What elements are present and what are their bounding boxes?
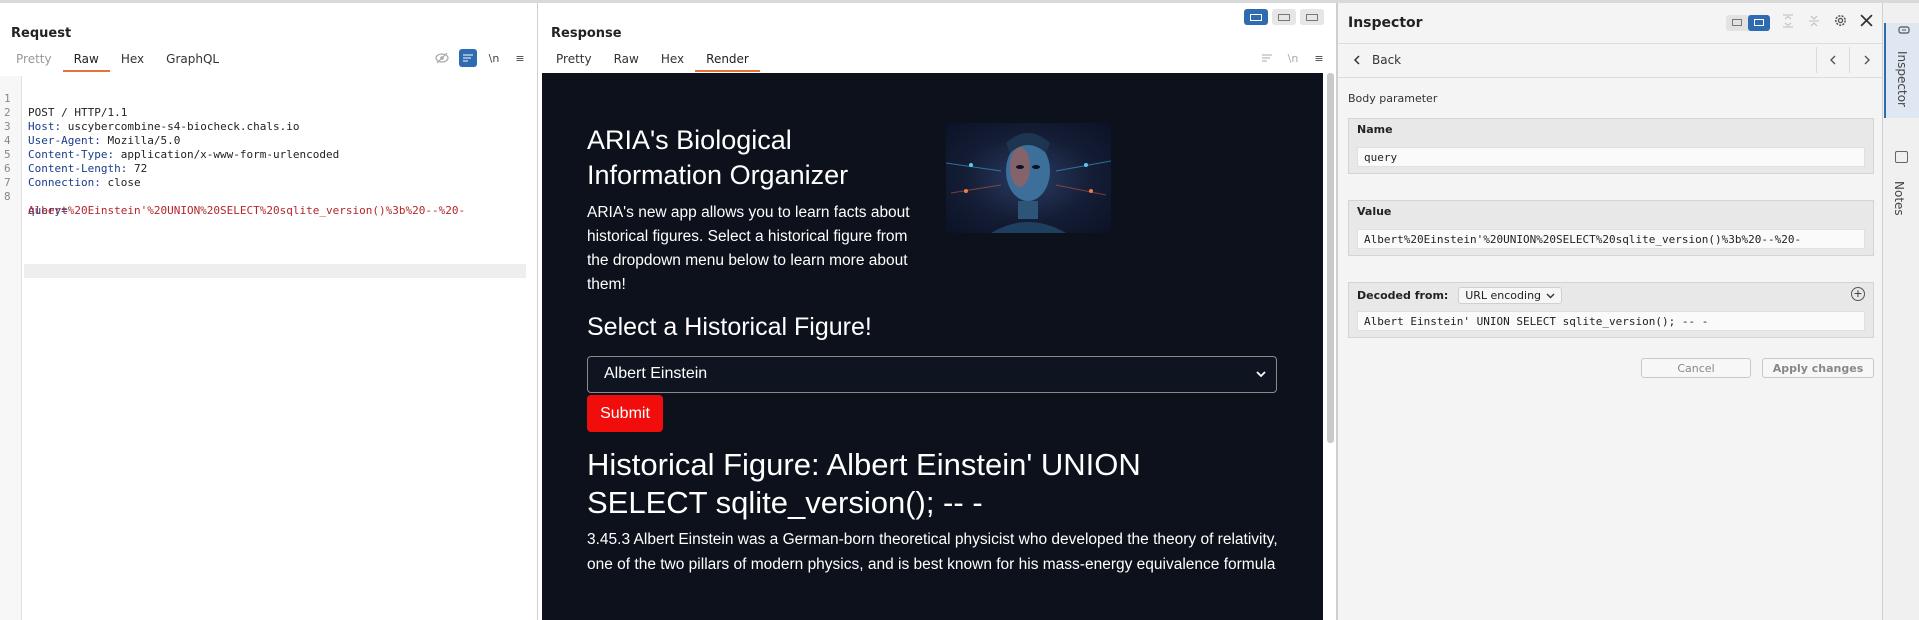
newline-toggle-button[interactable]: \n bbox=[485, 49, 503, 67]
select-heading: Select a Historical Figure! bbox=[587, 313, 872, 341]
decoded-field[interactable]: Albert Einstein' UNION SELECT sqlite_ver… bbox=[1357, 311, 1865, 331]
response-tab-render[interactable]: Render bbox=[695, 46, 760, 72]
decoded-section: Decoded from: URL encoding + Albert Eins… bbox=[1348, 282, 1874, 338]
collapse-all-icon[interactable] bbox=[1806, 14, 1822, 32]
word-wrap-icon[interactable] bbox=[459, 49, 477, 67]
inspector-icon bbox=[1898, 26, 1910, 34]
decoded-label: Decoded from: bbox=[1357, 289, 1449, 302]
code-line: 2 Host: uscybercombine-s4-biocheck.chals… bbox=[4, 106, 300, 133]
previous-arrow-icon[interactable] bbox=[1816, 47, 1849, 73]
inspector-toolbar bbox=[1726, 13, 1874, 32]
request-menu-icon[interactable]: ≡ bbox=[511, 49, 529, 67]
response-toolbar: \n ≡ bbox=[1258, 49, 1328, 67]
hide-nonprintable-icon[interactable] bbox=[433, 49, 451, 67]
divider bbox=[1338, 77, 1883, 78]
value-field[interactable]: Albert%20Einstein'%20UNION%20SELECT%20sq… bbox=[1357, 229, 1865, 249]
chevron-down-icon bbox=[1256, 371, 1266, 378]
back-button[interactable]: Back bbox=[1352, 53, 1401, 67]
notes-strip-label[interactable]: Notes bbox=[1892, 181, 1906, 216]
cancel-button[interactable]: Cancel bbox=[1641, 358, 1751, 378]
encoding-select[interactable]: URL encoding bbox=[1458, 287, 1563, 304]
code-line: 5 Content-Length: 72 bbox=[4, 148, 148, 175]
select-value: Albert Einstein bbox=[604, 365, 708, 382]
historical-figure-select[interactable]: Albert Einstein bbox=[587, 356, 1277, 393]
figure-description: 3.45.3 Albert Einstein was a German-born… bbox=[587, 531, 1278, 573]
request-tabs: Pretty Raw Hex GraphQL bbox=[5, 46, 230, 72]
render-scrollbar[interactable] bbox=[1327, 73, 1334, 443]
response-tabs: Pretty Raw Hex Render bbox=[545, 46, 760, 72]
code-line: Albert%20Einstein'%20UNION%20SELECT%20sq… bbox=[28, 204, 466, 217]
request-pane: Request Pretty Raw Hex GraphQL \n ≡ 1 PO… bbox=[0, 3, 538, 620]
name-field[interactable]: query bbox=[1357, 147, 1865, 167]
word-wrap-icon[interactable] bbox=[1258, 49, 1276, 67]
chevron-down-icon bbox=[1546, 293, 1555, 298]
response-tab-hex[interactable]: Hex bbox=[650, 46, 695, 72]
value-label: Value bbox=[1357, 205, 1392, 218]
close-icon[interactable] bbox=[1858, 14, 1874, 31]
request-title: Request bbox=[11, 26, 72, 41]
code-line: 1 POST / HTTP/1.1 bbox=[4, 92, 128, 119]
add-decoding-icon[interactable]: + bbox=[1851, 287, 1865, 301]
request-tab-raw[interactable]: Raw bbox=[62, 46, 110, 72]
current-line-highlight bbox=[24, 264, 526, 278]
inspector-layout-list-button[interactable] bbox=[1726, 15, 1748, 31]
response-title: Response bbox=[551, 26, 622, 41]
side-panel-strip: Inspector Notes bbox=[1882, 3, 1919, 620]
inspector-panel: Inspector Back Body parameter Name query… bbox=[1337, 3, 1883, 620]
request-tab-graphql[interactable]: GraphQL bbox=[155, 46, 230, 72]
response-tab-pretty[interactable]: Pretty bbox=[545, 46, 603, 72]
back-label: Back bbox=[1372, 53, 1402, 67]
code-line: 8 query= bbox=[4, 190, 68, 217]
inspector-strip-tab[interactable]: Inspector bbox=[1884, 23, 1919, 118]
site-title: ARIA's Biological Information Organizer bbox=[587, 125, 849, 190]
code-line: 3 User-Agent: Mozilla/5.0 bbox=[4, 120, 181, 147]
request-toolbar: \n ≡ bbox=[433, 49, 529, 67]
inspector-layout-panel-button[interactable] bbox=[1748, 14, 1770, 31]
inspector-layout-toggle bbox=[1726, 14, 1770, 31]
notes-icon bbox=[1895, 151, 1908, 163]
response-tab-raw[interactable]: Raw bbox=[603, 46, 650, 72]
inspector-strip-label: Inspector bbox=[1895, 51, 1909, 107]
newline-toggle-button[interactable]: \n bbox=[1284, 49, 1302, 67]
code-line: 6 Connection: close bbox=[4, 162, 141, 189]
chevron-left-icon bbox=[1353, 55, 1360, 65]
hero-image bbox=[946, 123, 1111, 233]
layout-side-by-side-button[interactable] bbox=[1244, 9, 1268, 25]
expand-all-icon[interactable] bbox=[1780, 14, 1796, 32]
next-arrow-icon[interactable] bbox=[1849, 47, 1882, 73]
layout-tabs-button[interactable] bbox=[1300, 9, 1324, 25]
divider bbox=[1338, 43, 1883, 44]
inspector-nav bbox=[1816, 47, 1882, 73]
rendered-page: ARIA's Biological Information Organizer … bbox=[542, 73, 1323, 620]
request-tab-pretty[interactable]: Pretty bbox=[5, 46, 63, 72]
name-label: Name bbox=[1357, 123, 1393, 136]
response-pane: Response Pretty Raw Hex Render \n ≡ ARIA… bbox=[540, 3, 1337, 620]
request-editor[interactable]: 1 POST / HTTP/1.1 2 Host: uscybercombine… bbox=[0, 76, 538, 620]
layout-toggle bbox=[1244, 9, 1324, 25]
gear-icon[interactable] bbox=[1832, 13, 1848, 32]
apply-changes-button[interactable]: Apply changes bbox=[1762, 358, 1874, 378]
code-line: 7 bbox=[4, 176, 11, 189]
body-parameter-label: Body parameter bbox=[1348, 92, 1438, 105]
submit-button[interactable]: Submit bbox=[587, 395, 663, 432]
request-tab-hex[interactable]: Hex bbox=[110, 46, 155, 72]
value-section: Value Albert%20Einstein'%20UNION%20SELEC… bbox=[1348, 200, 1874, 256]
layout-vertical-button[interactable] bbox=[1272, 9, 1296, 25]
encoding-value: URL encoding bbox=[1465, 289, 1542, 302]
figure-heading: Historical Figure: Albert Einstein' UNIO… bbox=[587, 447, 1141, 520]
site-description: ARIA's new app allows you to learn facts… bbox=[587, 204, 910, 293]
code-line: 4 Content-Type: application/x-www-form-u… bbox=[4, 134, 340, 161]
inspector-title: Inspector bbox=[1348, 15, 1423, 31]
name-section: Name query bbox=[1348, 118, 1874, 174]
decoded-header: Decoded from: URL encoding + bbox=[1349, 283, 1873, 305]
response-menu-icon[interactable]: ≡ bbox=[1310, 49, 1328, 67]
